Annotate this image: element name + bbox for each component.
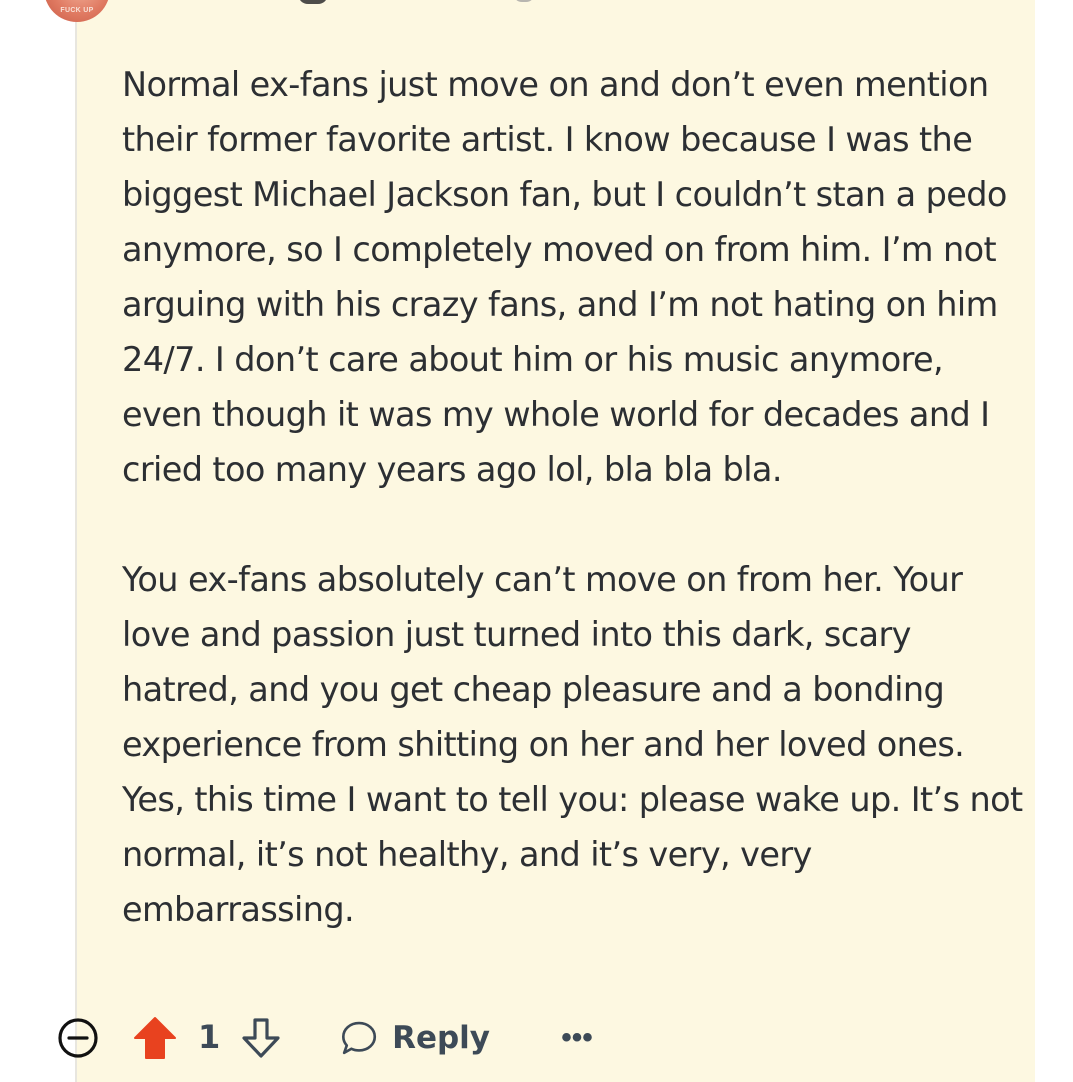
collapse-button[interactable] xyxy=(56,1016,100,1060)
upvote-button[interactable] xyxy=(132,1015,178,1061)
comment-action-bar: 1 Reply ••• xyxy=(50,1008,650,1068)
minus-circle-icon xyxy=(58,1018,98,1058)
arrow-down-outline-icon xyxy=(242,1018,280,1058)
comment-paragraph-2: You ex-fans absolutely can’t move on fro… xyxy=(122,560,1023,929)
vote-count: 1 xyxy=(198,1018,221,1056)
reply-button[interactable]: Reply xyxy=(340,1012,490,1064)
comment-body: Normal ex-fans just move on and don’t ev… xyxy=(122,57,1032,992)
comment-page: FUCK UP Normal ex-fans just move on and … xyxy=(0,0,1073,1082)
arrow-up-filled-icon xyxy=(134,1017,176,1059)
avatar-text: FUCK UP xyxy=(60,7,94,14)
reply-label: Reply xyxy=(392,1020,490,1056)
comment-paragraph-1: Normal ex-fans just move on and don’t ev… xyxy=(122,65,1007,489)
more-options-button[interactable]: ••• xyxy=(555,1018,599,1058)
speech-bubble-icon xyxy=(341,1021,377,1055)
downvote-button[interactable] xyxy=(238,1015,284,1061)
